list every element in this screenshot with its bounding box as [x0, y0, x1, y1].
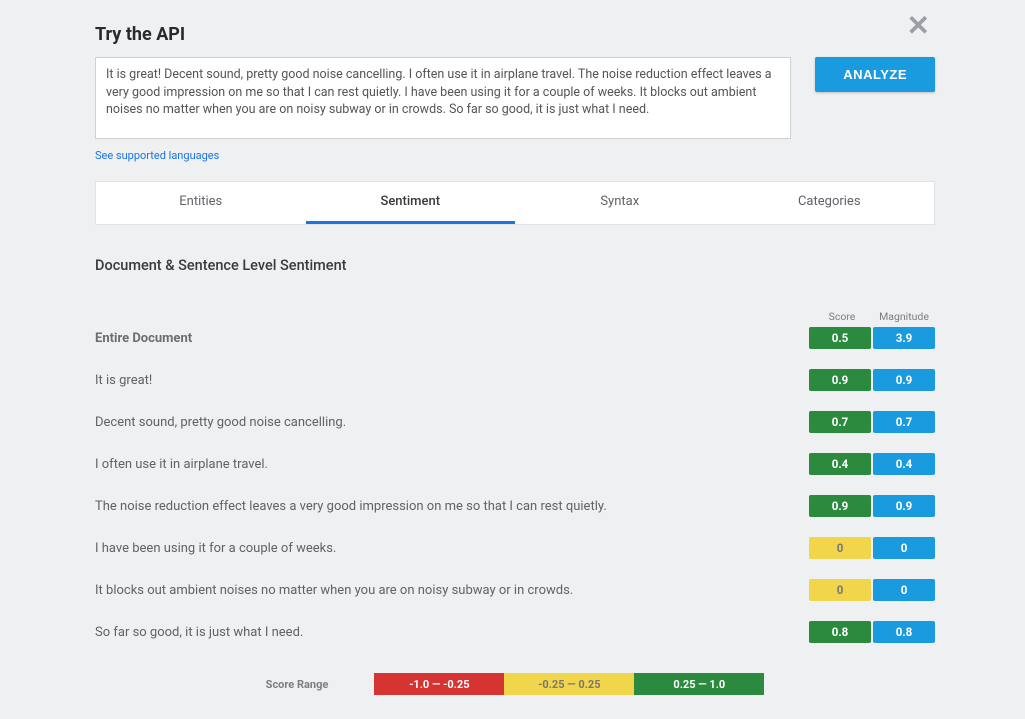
- sentence-text: Decent sound, pretty good noise cancelli…: [95, 415, 809, 430]
- sentence-magnitude-badge: 0: [873, 579, 935, 601]
- supported-languages-link[interactable]: See supported languages: [95, 149, 219, 162]
- tab-sentiment[interactable]: Sentiment: [306, 182, 516, 224]
- sentence-row: So far so good, it is just what I need.0…: [95, 621, 935, 643]
- legend-green: 0.25 — 1.0: [634, 673, 764, 695]
- legend-label: Score Range: [266, 678, 329, 691]
- entire-document-label: Entire Document: [95, 331, 809, 346]
- legend-yellow: -0.25 — 0.25: [504, 673, 634, 695]
- sentence-magnitude-badge: 0.4: [873, 453, 935, 475]
- column-headers: Score Magnitude: [95, 310, 935, 323]
- tab-categories[interactable]: Categories: [725, 182, 935, 224]
- sentence-score-badge: 0: [809, 579, 871, 601]
- sentence-row: I often use it in airplane travel.0.40.4: [95, 453, 935, 475]
- sentence-magnitude-badge: 0.8: [873, 621, 935, 643]
- sentence-row: It blocks out ambient noises no matter w…: [95, 579, 935, 601]
- api-input-textarea[interactable]: [95, 57, 791, 139]
- sentence-score-badge: 0.7: [809, 411, 871, 433]
- sentence-magnitude-badge: 0.7: [873, 411, 935, 433]
- sentence-text: The noise reduction effect leaves a very…: [95, 499, 809, 514]
- sentence-row: Decent sound, pretty good noise cancelli…: [95, 411, 935, 433]
- analyze-button[interactable]: ANALYZE: [815, 57, 935, 92]
- sentence-score-badge: 0: [809, 537, 871, 559]
- sentence-text: It blocks out ambient noises no matter w…: [95, 583, 809, 598]
- doc-magnitude-badge: 3.9: [873, 327, 935, 349]
- close-icon[interactable]: ✕: [907, 12, 930, 40]
- doc-score-badge: 0.5: [809, 327, 871, 349]
- section-title: Document & Sentence Level Sentiment: [95, 257, 935, 274]
- tab-entities[interactable]: Entities: [96, 182, 306, 224]
- sentence-text: I often use it in airplane travel.: [95, 457, 809, 472]
- sentence-text: So far so good, it is just what I need.: [95, 625, 809, 640]
- sentence-magnitude-badge: 0: [873, 537, 935, 559]
- sentence-score-badge: 0.9: [809, 495, 871, 517]
- sentence-text: I have been using it for a couple of wee…: [95, 541, 809, 556]
- sentence-score-badge: 0.9: [809, 369, 871, 391]
- magnitude-header: Magnitude: [873, 310, 935, 323]
- sentence-row: I have been using it for a couple of wee…: [95, 537, 935, 559]
- sentence-row: It is great!0.90.9: [95, 369, 935, 391]
- tabs-bar: Entities Sentiment Syntax Categories: [95, 181, 935, 225]
- sentence-magnitude-badge: 0.9: [873, 369, 935, 391]
- sentence-magnitude-badge: 0.9: [873, 495, 935, 517]
- document-row: Entire Document 0.5 3.9: [95, 327, 935, 349]
- sentence-score-badge: 0.8: [809, 621, 871, 643]
- score-header: Score: [811, 310, 873, 323]
- sentence-text: It is great!: [95, 373, 809, 388]
- sentence-score-badge: 0.4: [809, 453, 871, 475]
- sentence-row: The noise reduction effect leaves a very…: [95, 495, 935, 517]
- score-legend: Score Range -1.0 — -0.25 -0.25 — 0.25 0.…: [95, 673, 935, 695]
- legend-red: -1.0 — -0.25: [374, 673, 504, 695]
- tab-syntax[interactable]: Syntax: [515, 182, 725, 224]
- page-title: Try the API: [95, 24, 935, 45]
